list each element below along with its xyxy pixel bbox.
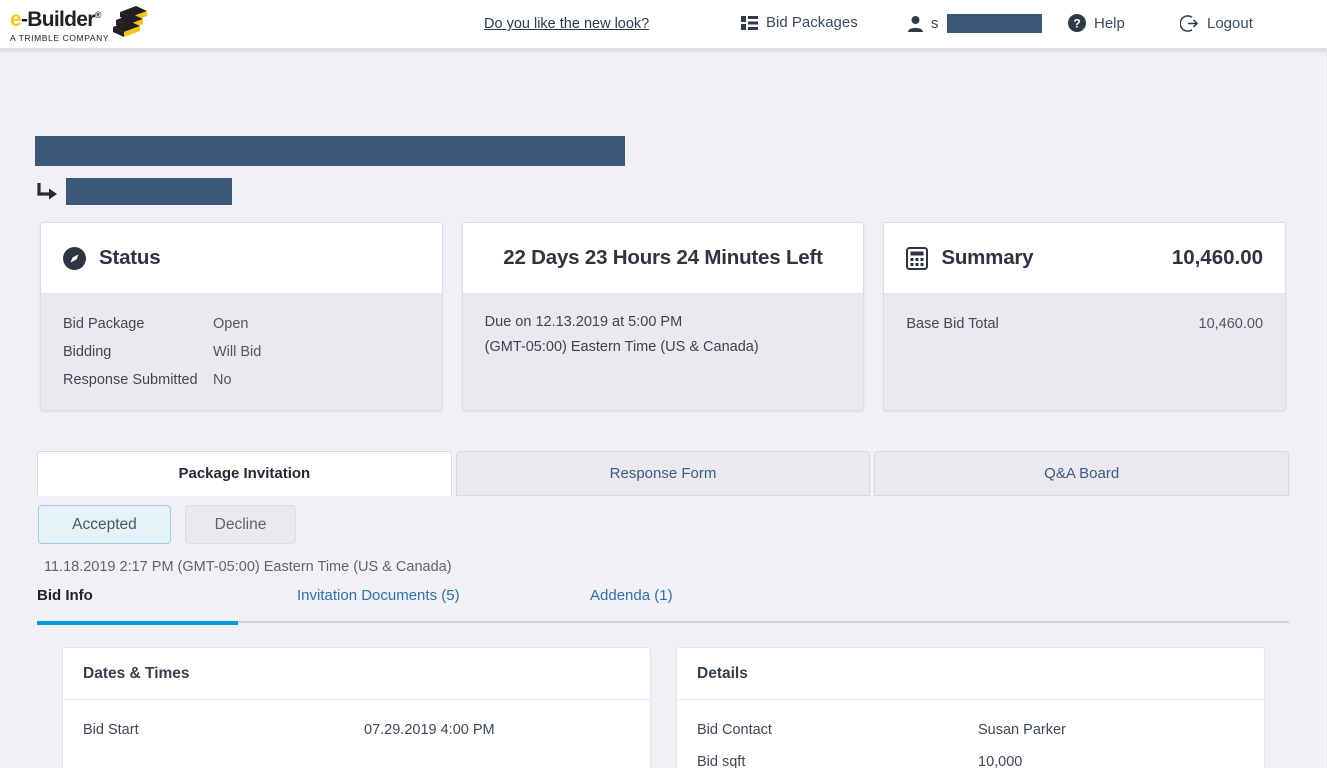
response-timestamp: 11.18.2019 2:17 PM (GMT-05:00) Eastern T…	[44, 559, 452, 575]
question-circle-icon: ?	[1068, 14, 1086, 32]
nav-logout[interactable]: Logout	[1179, 14, 1253, 33]
active-subtab-indicator	[37, 621, 238, 625]
status-row-bid-package: Bid Package Open	[63, 310, 420, 338]
details-row-bid-sqft: Bid sqft 10,000	[697, 746, 1244, 768]
countdown-card-body: Due on 12.13.2019 at 5:00 PM (GMT-05:00)…	[463, 294, 864, 360]
decline-button[interactable]: Decline	[185, 505, 296, 544]
nav-user-menu[interactable]: s	[908, 14, 1042, 33]
dates-value-bid-start: 07.29.2019 4:00 PM	[364, 722, 495, 738]
logout-arrow-icon	[1179, 14, 1199, 33]
status-card-title: Status	[99, 246, 161, 269]
registered-mark-icon: ®	[94, 10, 102, 20]
summary-card-header: Summary 10,460.00	[884, 223, 1286, 294]
status-row-bidding: Bidding Will Bid	[63, 338, 420, 366]
nav-user-name-prefix: s	[931, 15, 939, 32]
logo-letter-e: e	[10, 8, 22, 31]
countdown-due-date: Due on 12.13.2019 at 5:00 PM	[484, 314, 683, 330]
nav-bid-packages[interactable]: Bid Packages	[741, 14, 858, 31]
summary-card-body: Base Bid Total 10,460.00	[884, 294, 1285, 338]
countdown-card-header: 22 Days 23 Hours 24 Minutes Left	[462, 223, 864, 294]
status-label-response-submitted: Response Submitted	[63, 372, 198, 388]
status-row-response-submitted: Response Submitted No	[63, 366, 420, 394]
invitation-response-buttons: Accepted Decline	[38, 505, 296, 544]
status-value-bid-package: Open	[213, 316, 249, 332]
grid-list-icon	[741, 15, 758, 30]
subtab-addenda[interactable]: Addenda (1)	[590, 587, 673, 613]
dates-times-panel: Dates & Times Bid Start 07.29.2019 4:00 …	[62, 647, 651, 768]
user-person-icon	[908, 15, 923, 32]
dates-times-panel-title: Dates & Times	[63, 648, 650, 700]
top-navigation-bar: e-Builder® A TRIMBLE COMPANY Do you like…	[0, 0, 1327, 49]
dates-row-bid-start: Bid Start 07.29.2019 4:00 PM	[83, 714, 630, 746]
accepted-button[interactable]: Accepted	[38, 505, 171, 544]
summary-card-title: Summary	[941, 246, 1034, 269]
subtab-bid-info[interactable]: Bid Info	[37, 587, 93, 613]
new-look-feedback-link[interactable]: Do you like the new look?	[484, 16, 649, 32]
status-card: Status Bid Package Open Bidding Will Bid…	[40, 222, 443, 411]
status-label-bidding: Bidding	[63, 344, 112, 360]
details-value-bid-contact: Susan Parker	[978, 722, 1066, 738]
countdown-card: 22 Days 23 Hours 24 Minutes Left Due on …	[461, 222, 865, 411]
calculator-icon	[906, 246, 929, 270]
details-panel-body: Bid Contact Susan Parker Bid sqft 10,000	[677, 700, 1264, 768]
details-value-bid-sqft: 10,000	[978, 754, 1023, 768]
compass-icon	[63, 246, 86, 270]
nav-help-label: Help	[1094, 14, 1125, 32]
summary-card: Summary 10,460.00 Base Bid Total 10,460.…	[883, 222, 1287, 411]
header-shadow	[0, 49, 1326, 54]
page-title-redacted	[35, 136, 625, 166]
arrow-turn-down-right-icon	[36, 181, 59, 203]
details-label-bid-contact: Bid Contact	[697, 722, 772, 738]
stacked-blocks-icon	[110, 5, 148, 37]
tab-response-form[interactable]: Response Form	[455, 451, 871, 496]
status-card-body: Bid Package Open Bidding Will Bid Respon…	[41, 294, 442, 394]
ebuilder-logo[interactable]: e-Builder® A TRIMBLE COMPANY	[10, 4, 150, 46]
details-row-bid-contact: Bid Contact Susan Parker	[697, 714, 1244, 746]
bid-info-panels: Dates & Times Bid Start 07.29.2019 4:00 …	[62, 647, 1265, 768]
nav-help[interactable]: ? Help	[1068, 14, 1125, 32]
countdown-timezone: (GMT-05:00) Eastern Time (US & Canada)	[484, 339, 759, 355]
sub-tab-bar: Bid Info Invitation Documents (5) Addend…	[37, 587, 1289, 623]
summary-card-amount: 10,460.00	[1171, 246, 1264, 269]
page-content-area: Status Bid Package Open Bidding Will Bid…	[0, 49, 1327, 768]
countdown-card-title: 22 Days 23 Hours 24 Minutes Left	[503, 246, 823, 269]
dates-label-bid-start: Bid Start	[83, 722, 139, 738]
status-value-response-submitted: No	[213, 372, 232, 388]
main-tab-bar: Package Invitation Response Form Q&A Boa…	[37, 451, 1290, 496]
logo-word-builder: -Builder	[20, 8, 95, 31]
summary-value-base-bid-total: 10,460.00	[1198, 316, 1264, 332]
tab-package-invitation[interactable]: Package Invitation	[37, 451, 452, 496]
dates-times-panel-body: Bid Start 07.29.2019 4:00 PM	[63, 700, 650, 746]
status-value-bidding: Will Bid	[213, 344, 262, 360]
status-label-bid-package: Bid Package	[63, 316, 145, 332]
subtab-invitation-documents[interactable]: Invitation Documents (5)	[297, 587, 460, 613]
summary-row-base-bid-total: Base Bid Total 10,460.00	[906, 310, 1263, 338]
breadcrumb-label-redacted	[66, 178, 232, 205]
details-label-bid-sqft: Bid sqft	[697, 754, 746, 768]
summary-label-base-bid-total: Base Bid Total	[906, 316, 999, 332]
details-panel-title: Details	[677, 648, 1264, 700]
svg-text:?: ?	[1073, 16, 1080, 30]
nav-bid-packages-label: Bid Packages	[766, 14, 858, 31]
nav-logout-label: Logout	[1207, 15, 1253, 32]
details-panel: Details Bid Contact Susan Parker Bid sqf…	[676, 647, 1265, 768]
nav-user-name-redacted	[946, 14, 1042, 33]
tab-qa-board[interactable]: Q&A Board	[874, 451, 1290, 496]
status-card-header: Status	[41, 223, 442, 294]
summary-cards-row: Status Bid Package Open Bidding Will Bid…	[40, 222, 1287, 411]
breadcrumb	[36, 178, 232, 205]
